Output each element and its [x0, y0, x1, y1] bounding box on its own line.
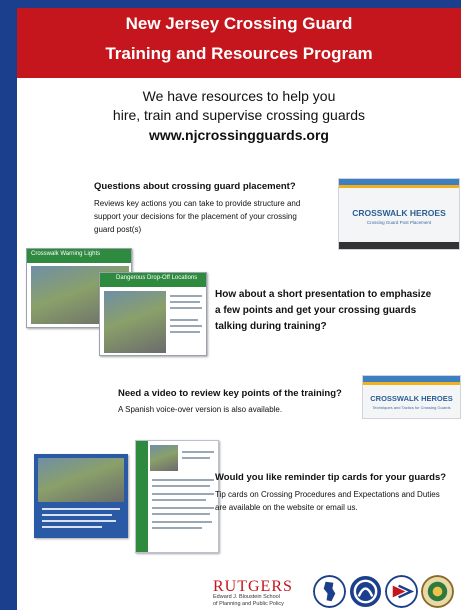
website-link[interactable]: www.njcrossingguards.org — [17, 127, 461, 143]
banner-title-line1: New Jersey Crossing Guard — [125, 14, 353, 33]
slide-text-line — [170, 295, 202, 297]
slide-title: Crosswalk Warning Lights — [31, 251, 101, 257]
flyer-page: New Jersey Crossing Guard Training and R… — [17, 8, 461, 610]
tip-card-text-line — [152, 527, 202, 529]
tip-card-text-line — [152, 493, 214, 495]
video-title: CROSSWALK HEROES — [352, 208, 446, 218]
njdot-logo-icon — [349, 575, 382, 608]
tip-card-text-line — [42, 526, 102, 528]
placement-description-line1: Reviews key actions you can take to prov… — [94, 199, 301, 208]
tip-card-text-line — [42, 520, 116, 522]
tip-card-text-line — [182, 451, 214, 453]
tip-cards-question: Would you like reminder tip cards for yo… — [215, 472, 447, 483]
bloustein-school-line1: Edward J. Bloustein School — [213, 594, 280, 600]
tip-card-text-line — [152, 521, 212, 523]
video-stripe-accent — [363, 382, 460, 385]
slide-title: Dangerous Drop-Off Locations — [116, 275, 198, 281]
tip-card-text-line — [42, 508, 120, 510]
tip-card-text-line — [152, 513, 210, 515]
intro-line1: We have resources to help you — [142, 88, 336, 104]
video-question: Need a video to review key points of the… — [118, 388, 342, 399]
presentation-question-line1: How about a short presentation to emphas… — [215, 289, 432, 300]
bloustein-school-line2: of Planning and Public Policy — [213, 601, 284, 607]
tip-card-text-line — [182, 457, 210, 459]
video-controls-bar — [339, 242, 459, 249]
training-video-thumbnail[interactable]: CROSSWALK HEROES Techniques and Tactics … — [362, 375, 461, 419]
safe-routes-logo-icon — [385, 575, 418, 608]
tip-card-text-line — [152, 479, 214, 481]
tip-card-back — [135, 440, 219, 553]
presentation-question-line2: a few points and get your crossing guard… — [215, 305, 417, 316]
nj-state-seal-icon — [313, 575, 346, 608]
slide-text-line — [170, 307, 202, 309]
slide-text-line — [170, 319, 198, 321]
title-banner: New Jersey Crossing Guard Training and R… — [17, 8, 461, 78]
banner-title-line2: Training and Resources Program — [105, 44, 373, 63]
tip-card-text-line — [152, 507, 214, 509]
placement-video-thumbnail[interactable]: CROSSWALK HEROES Crossing Guard Post Pla… — [338, 178, 460, 250]
tip-card-text-line — [152, 499, 206, 501]
video-subtitle: Techniques and Tactics for Crossing Guar… — [372, 405, 451, 410]
tip-card-side-band — [136, 441, 148, 552]
video-subtitle: Crossing Guard Post Placement — [366, 220, 432, 225]
tip-card-text-line — [152, 485, 210, 487]
tip-card-text-line — [42, 514, 112, 516]
tip-card-photo — [38, 458, 124, 502]
slide-text-line — [170, 325, 202, 327]
tip-card-front — [34, 454, 128, 538]
placement-question: Questions about crossing guard placement… — [94, 181, 296, 192]
presentation-question-line3: talking during training? — [215, 321, 327, 332]
tip-card-photo — [150, 445, 178, 471]
slide-text-line — [170, 301, 200, 303]
slide-photo — [104, 291, 166, 353]
placement-description-line2: support your decisions for the placement… — [94, 212, 297, 221]
video-stripe-accent — [339, 185, 459, 188]
us-dot-seal-icon — [421, 575, 454, 608]
slide-text-line — [170, 331, 200, 333]
video-title: CROSSWALK HEROES — [370, 394, 453, 403]
placement-description-line3: guard post(s) — [94, 225, 142, 234]
slide-thumbnail-drop-off: Dangerous Drop-Off Locations — [99, 272, 207, 356]
video-description: A Spanish voice-over version is also ava… — [118, 405, 283, 414]
intro-line2: hire, train and supervise crossing guard… — [112, 107, 366, 123]
tip-cards-description-line2: are available on the website or email us… — [215, 503, 358, 512]
tip-cards-description-line1: Tip cards on Crossing Procedures and Exp… — [215, 490, 440, 499]
